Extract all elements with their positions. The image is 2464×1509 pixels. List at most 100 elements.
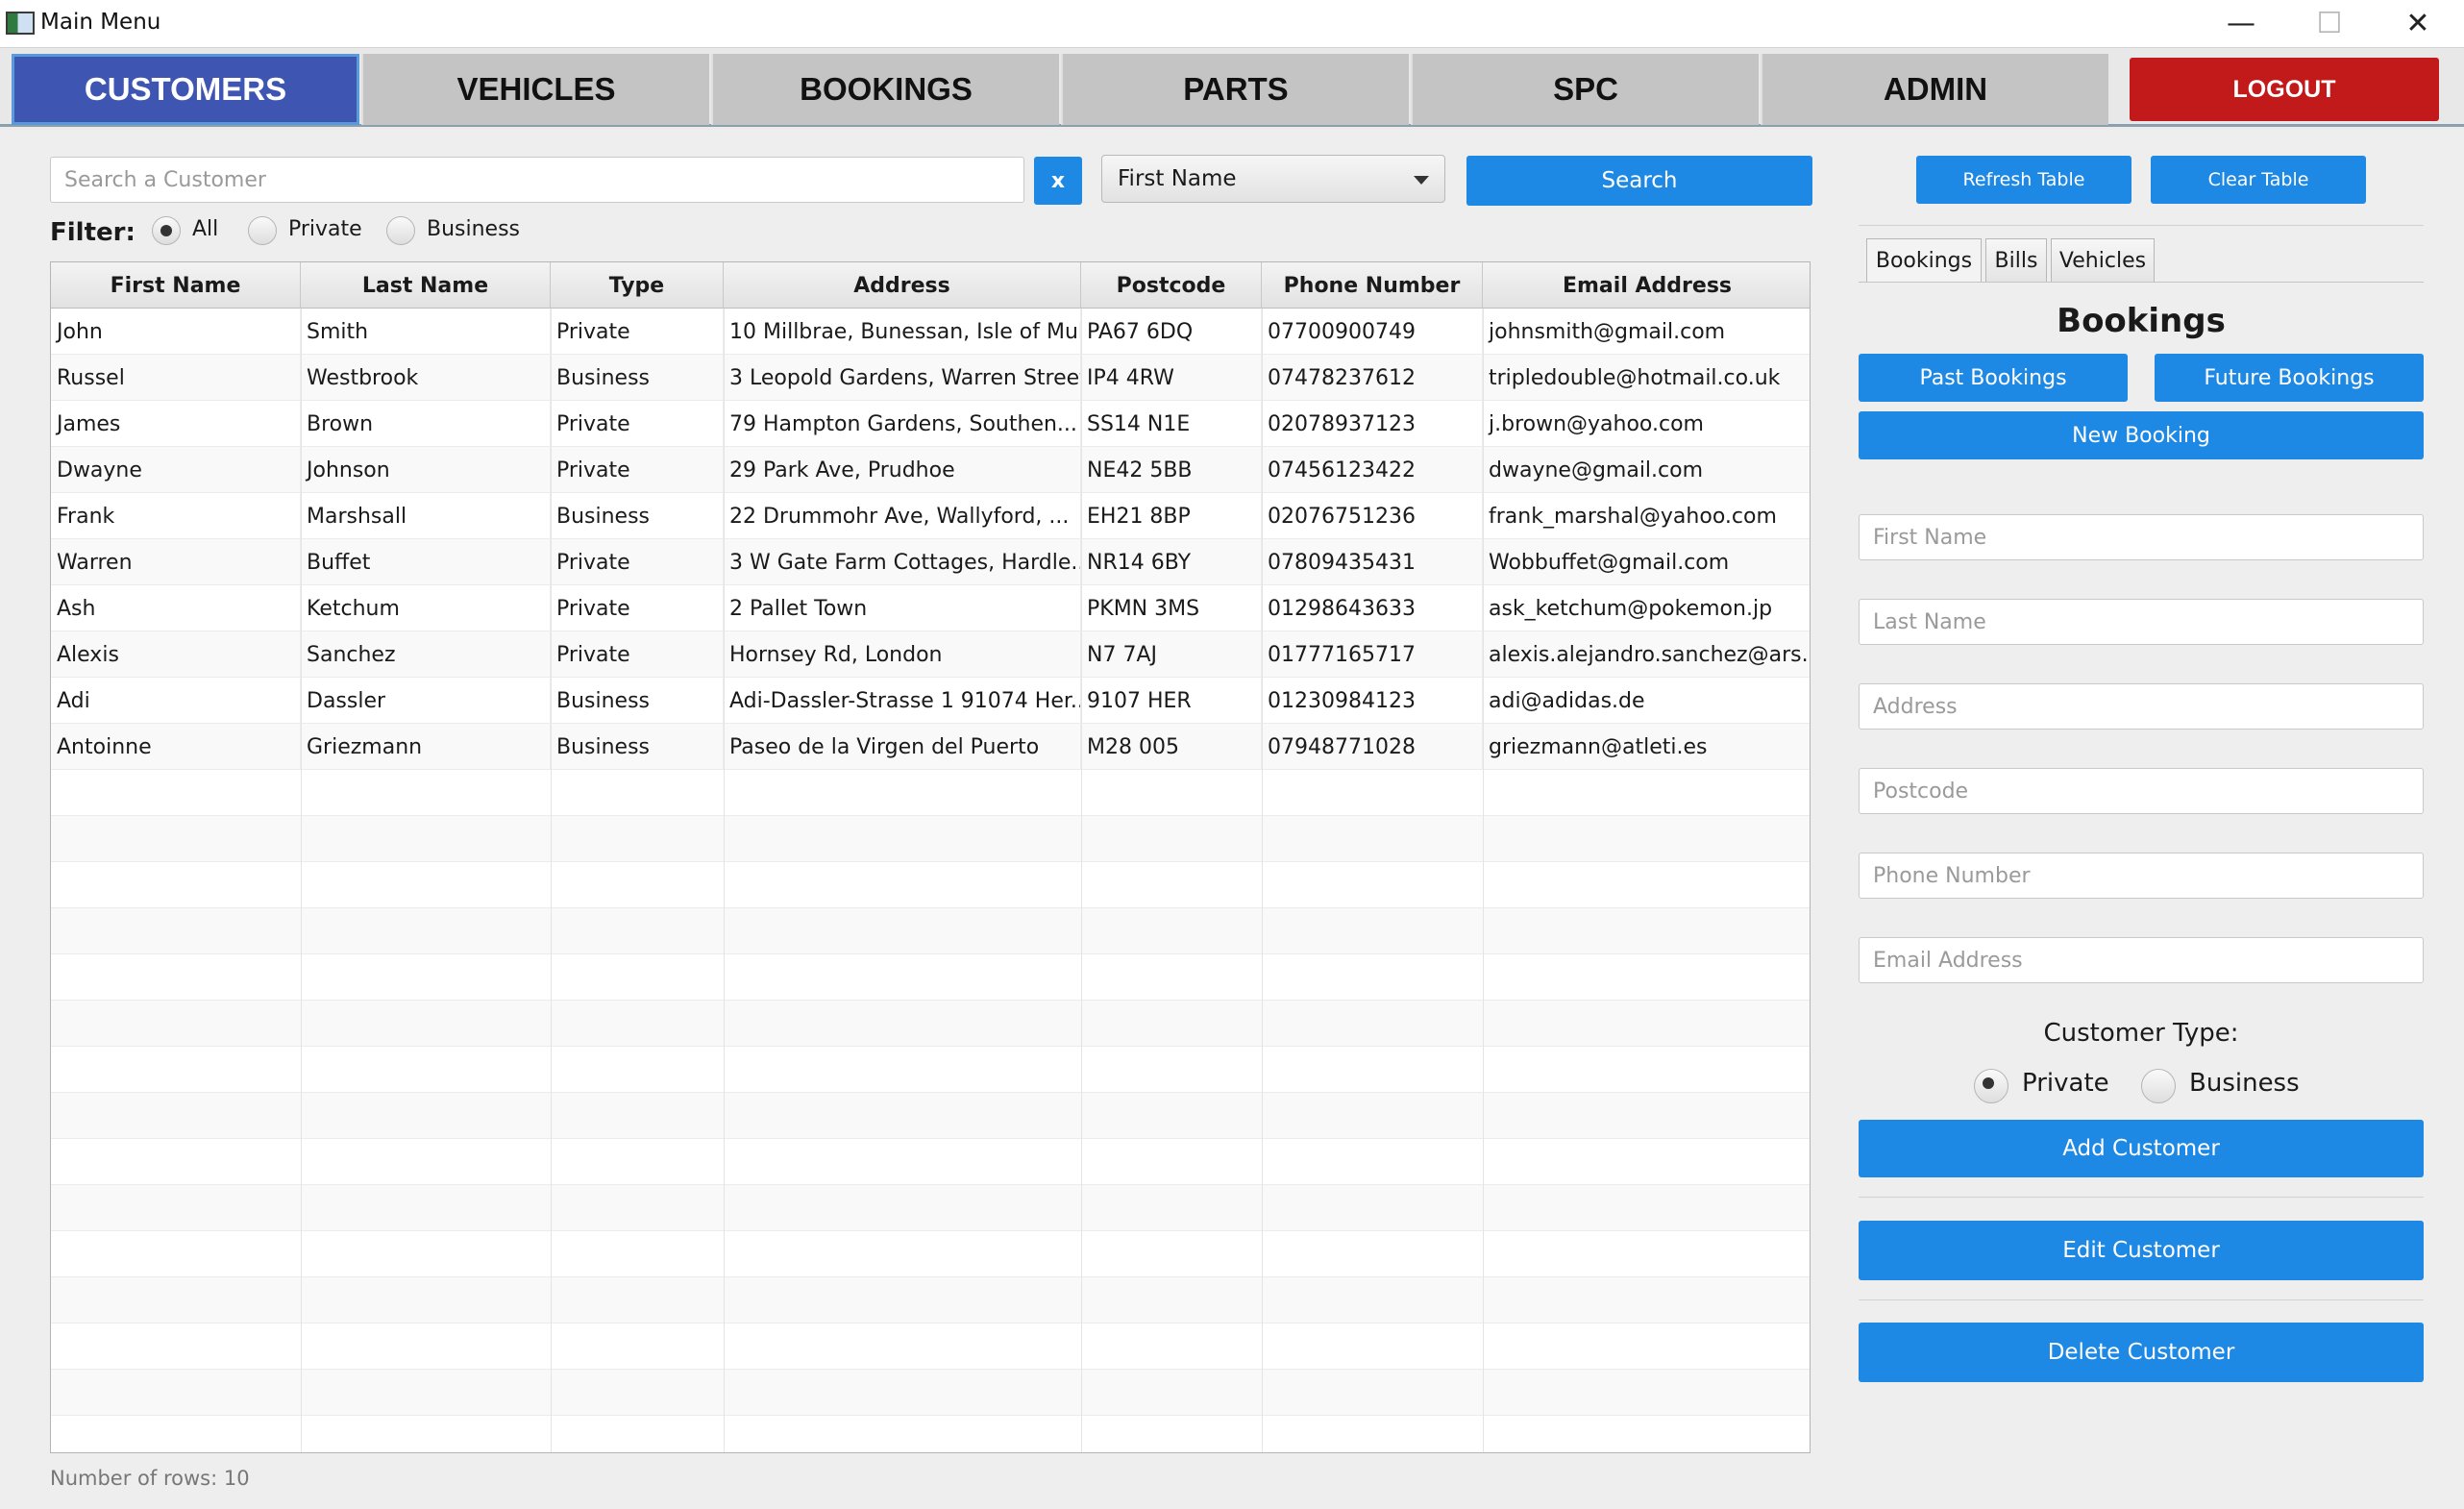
filter-all-label: All xyxy=(192,217,219,241)
column-header-email[interactable]: Email Address xyxy=(1483,262,1810,309)
table-cell: 2 Pallet Town xyxy=(724,585,1081,631)
filter-all-radio[interactable] xyxy=(152,216,181,245)
email-address-field[interactable]: Email Address xyxy=(1859,937,2424,983)
table-row[interactable]: Warren Buffet Private 3 W Gate Farm Cottage… xyxy=(51,539,1810,585)
past-bookings-button[interactable]: Past Bookings xyxy=(1859,354,2128,402)
postcode-field[interactable]: Postcode xyxy=(1859,768,2424,814)
minimize-button[interactable]: — xyxy=(2195,0,2287,46)
refresh-table-button[interactable]: Refresh Table xyxy=(1916,156,2131,204)
table-row[interactable]: Adi Dassler Business Adi-Dassler-Strasse 1 … xyxy=(51,678,1810,724)
table-cell: 79 Hampton Gardens, Southen... xyxy=(724,401,1081,447)
delete-customer-button[interactable]: Delete Customer xyxy=(1859,1323,2424,1382)
tab-customers[interactable]: CUSTOMERS xyxy=(12,54,359,125)
filter-label: Filter: xyxy=(50,218,136,247)
table-cell: Paseo de la Virgen del Puerto xyxy=(724,724,1081,770)
table-row[interactable] xyxy=(51,1001,1810,1047)
tab-parts[interactable]: PARTS xyxy=(1061,54,1409,125)
table-cell: 22 Drummohr Ave, Wallyford, ... xyxy=(724,493,1081,539)
table-row[interactable] xyxy=(51,954,1810,1001)
table-row[interactable]: Antoinne Griezmann Business Paseo de la Vir… xyxy=(51,724,1810,770)
search-field-select[interactable]: First Name xyxy=(1101,155,1445,203)
table-cell: Business xyxy=(551,724,724,770)
maximize-button[interactable]: ☐ xyxy=(2283,0,2376,46)
table-cell: Buffet xyxy=(301,539,551,585)
tab-vehicles[interactable]: VEHICLES xyxy=(361,54,709,125)
table-cell: Sanchez xyxy=(301,631,551,678)
last-name-field[interactable]: Last Name xyxy=(1859,599,2424,645)
column-divider xyxy=(1081,309,1082,1452)
column-header-first-name[interactable]: First Name xyxy=(51,262,301,309)
tab-vehicles-panel[interactable]: Vehicles xyxy=(2051,238,2155,283)
table-row[interactable] xyxy=(51,862,1810,908)
table-row[interactable] xyxy=(51,770,1810,816)
tab-bills-panel[interactable]: Bills xyxy=(1985,238,2047,283)
column-header-type[interactable]: Type xyxy=(551,262,724,309)
table-cell: Antoinne xyxy=(51,724,301,770)
tab-bookings-panel[interactable]: Bookings xyxy=(1866,238,1982,283)
customer-type-private-radio[interactable] xyxy=(1974,1069,2008,1103)
table-row[interactable] xyxy=(51,1277,1810,1323)
table-cell: Private xyxy=(551,631,724,678)
column-header-phone[interactable]: Phone Number xyxy=(1262,262,1483,309)
table-cell: j.brown@yahoo.com xyxy=(1483,401,1810,447)
table-row[interactable]: Dwayne Johnson Private 29 Park Ave, Prudhoe… xyxy=(51,447,1810,493)
column-header-postcode[interactable]: Postcode xyxy=(1081,262,1262,309)
close-button[interactable]: ✕ xyxy=(2372,0,2464,46)
search-button[interactable]: Search xyxy=(1466,156,1812,206)
customer-type-business-radio[interactable] xyxy=(2141,1069,2176,1103)
table-row[interactable] xyxy=(51,1416,1810,1452)
add-customer-button[interactable]: Add Customer xyxy=(1859,1120,2424,1177)
new-booking-button[interactable]: New Booking xyxy=(1859,411,2424,459)
table-row[interactable]: Ash Ketchum Private 2 Pallet Town PKMN 3MS 01… xyxy=(51,585,1810,631)
table-cell: PA67 6DQ xyxy=(1081,309,1262,355)
table-row[interactable] xyxy=(51,908,1810,954)
table-cell: 29 Park Ave, Prudhoe xyxy=(724,447,1081,493)
table-row[interactable]: Alexis Sanchez Private Hornsey Rd, London N7… xyxy=(51,631,1810,678)
table-cell: dwayne@gmail.com xyxy=(1483,447,1810,493)
table-row[interactable]: Frank Marshsall Business 22 Drummohr Ave, W… xyxy=(51,493,1810,539)
table-row[interactable] xyxy=(51,1139,1810,1185)
column-divider xyxy=(301,309,302,1452)
customer-type-business-label: Business xyxy=(2189,1069,2300,1098)
customers-table[interactable]: First Name Last Name Type Address Postco… xyxy=(50,261,1811,1453)
table-cell: IP4 4RW xyxy=(1081,355,1262,401)
customer-type-label: Customer Type: xyxy=(2043,1019,2239,1048)
customer-search-input[interactable]: Search a Customer xyxy=(50,157,1024,203)
table-row[interactable] xyxy=(51,1185,1810,1231)
table-row[interactable] xyxy=(51,1047,1810,1093)
edit-customer-button[interactable]: Edit Customer xyxy=(1859,1221,2424,1280)
future-bookings-button[interactable]: Future Bookings xyxy=(2155,354,2424,402)
table-row[interactable] xyxy=(51,1093,1810,1139)
tab-bookings[interactable]: BOOKINGS xyxy=(711,54,1059,125)
table-cell: frank_marshal@yahoo.com xyxy=(1483,493,1810,539)
table-cell: Private xyxy=(551,401,724,447)
tab-spc[interactable]: SPC xyxy=(1411,54,1759,125)
clear-search-button[interactable]: x xyxy=(1034,157,1082,205)
table-cell: Private xyxy=(551,309,724,355)
first-name-field[interactable]: First Name xyxy=(1859,514,2424,560)
panel-title: Bookings xyxy=(2057,302,2226,340)
tab-admin[interactable]: ADMIN xyxy=(1761,54,2108,125)
table-cell: Private xyxy=(551,585,724,631)
filter-private-radio[interactable] xyxy=(248,216,277,245)
table-row[interactable]: John Smith Private 10 Millbrae, Bunessan, I… xyxy=(51,309,1810,355)
table-row[interactable] xyxy=(51,1231,1810,1277)
table-cell: 02076751236 xyxy=(1262,493,1483,539)
table-cell: Marshsall xyxy=(301,493,551,539)
phone-number-field[interactable]: Phone Number xyxy=(1859,853,2424,899)
table-cell: Private xyxy=(551,447,724,493)
clear-table-button[interactable]: Clear Table xyxy=(2151,156,2366,204)
table-cell: adi@adidas.de xyxy=(1483,678,1810,724)
table-row[interactable] xyxy=(51,1323,1810,1370)
divider xyxy=(1859,1299,2424,1300)
column-header-address[interactable]: Address xyxy=(724,262,1081,309)
column-header-last-name[interactable]: Last Name xyxy=(301,262,551,309)
main-nav: CUSTOMERS VEHICLES BOOKINGS PARTS SPC AD… xyxy=(0,48,2464,127)
table-row[interactable]: James Brown Private 79 Hampton Gardens, Sou… xyxy=(51,401,1810,447)
table-row[interactable] xyxy=(51,816,1810,862)
address-field[interactable]: Address xyxy=(1859,683,2424,730)
logout-button[interactable]: LOGOUT xyxy=(2130,58,2439,121)
filter-business-radio[interactable] xyxy=(386,216,415,245)
table-row[interactable] xyxy=(51,1370,1810,1416)
table-row[interactable]: Russel Westbrook Business 3 Leopold Gardens… xyxy=(51,355,1810,401)
